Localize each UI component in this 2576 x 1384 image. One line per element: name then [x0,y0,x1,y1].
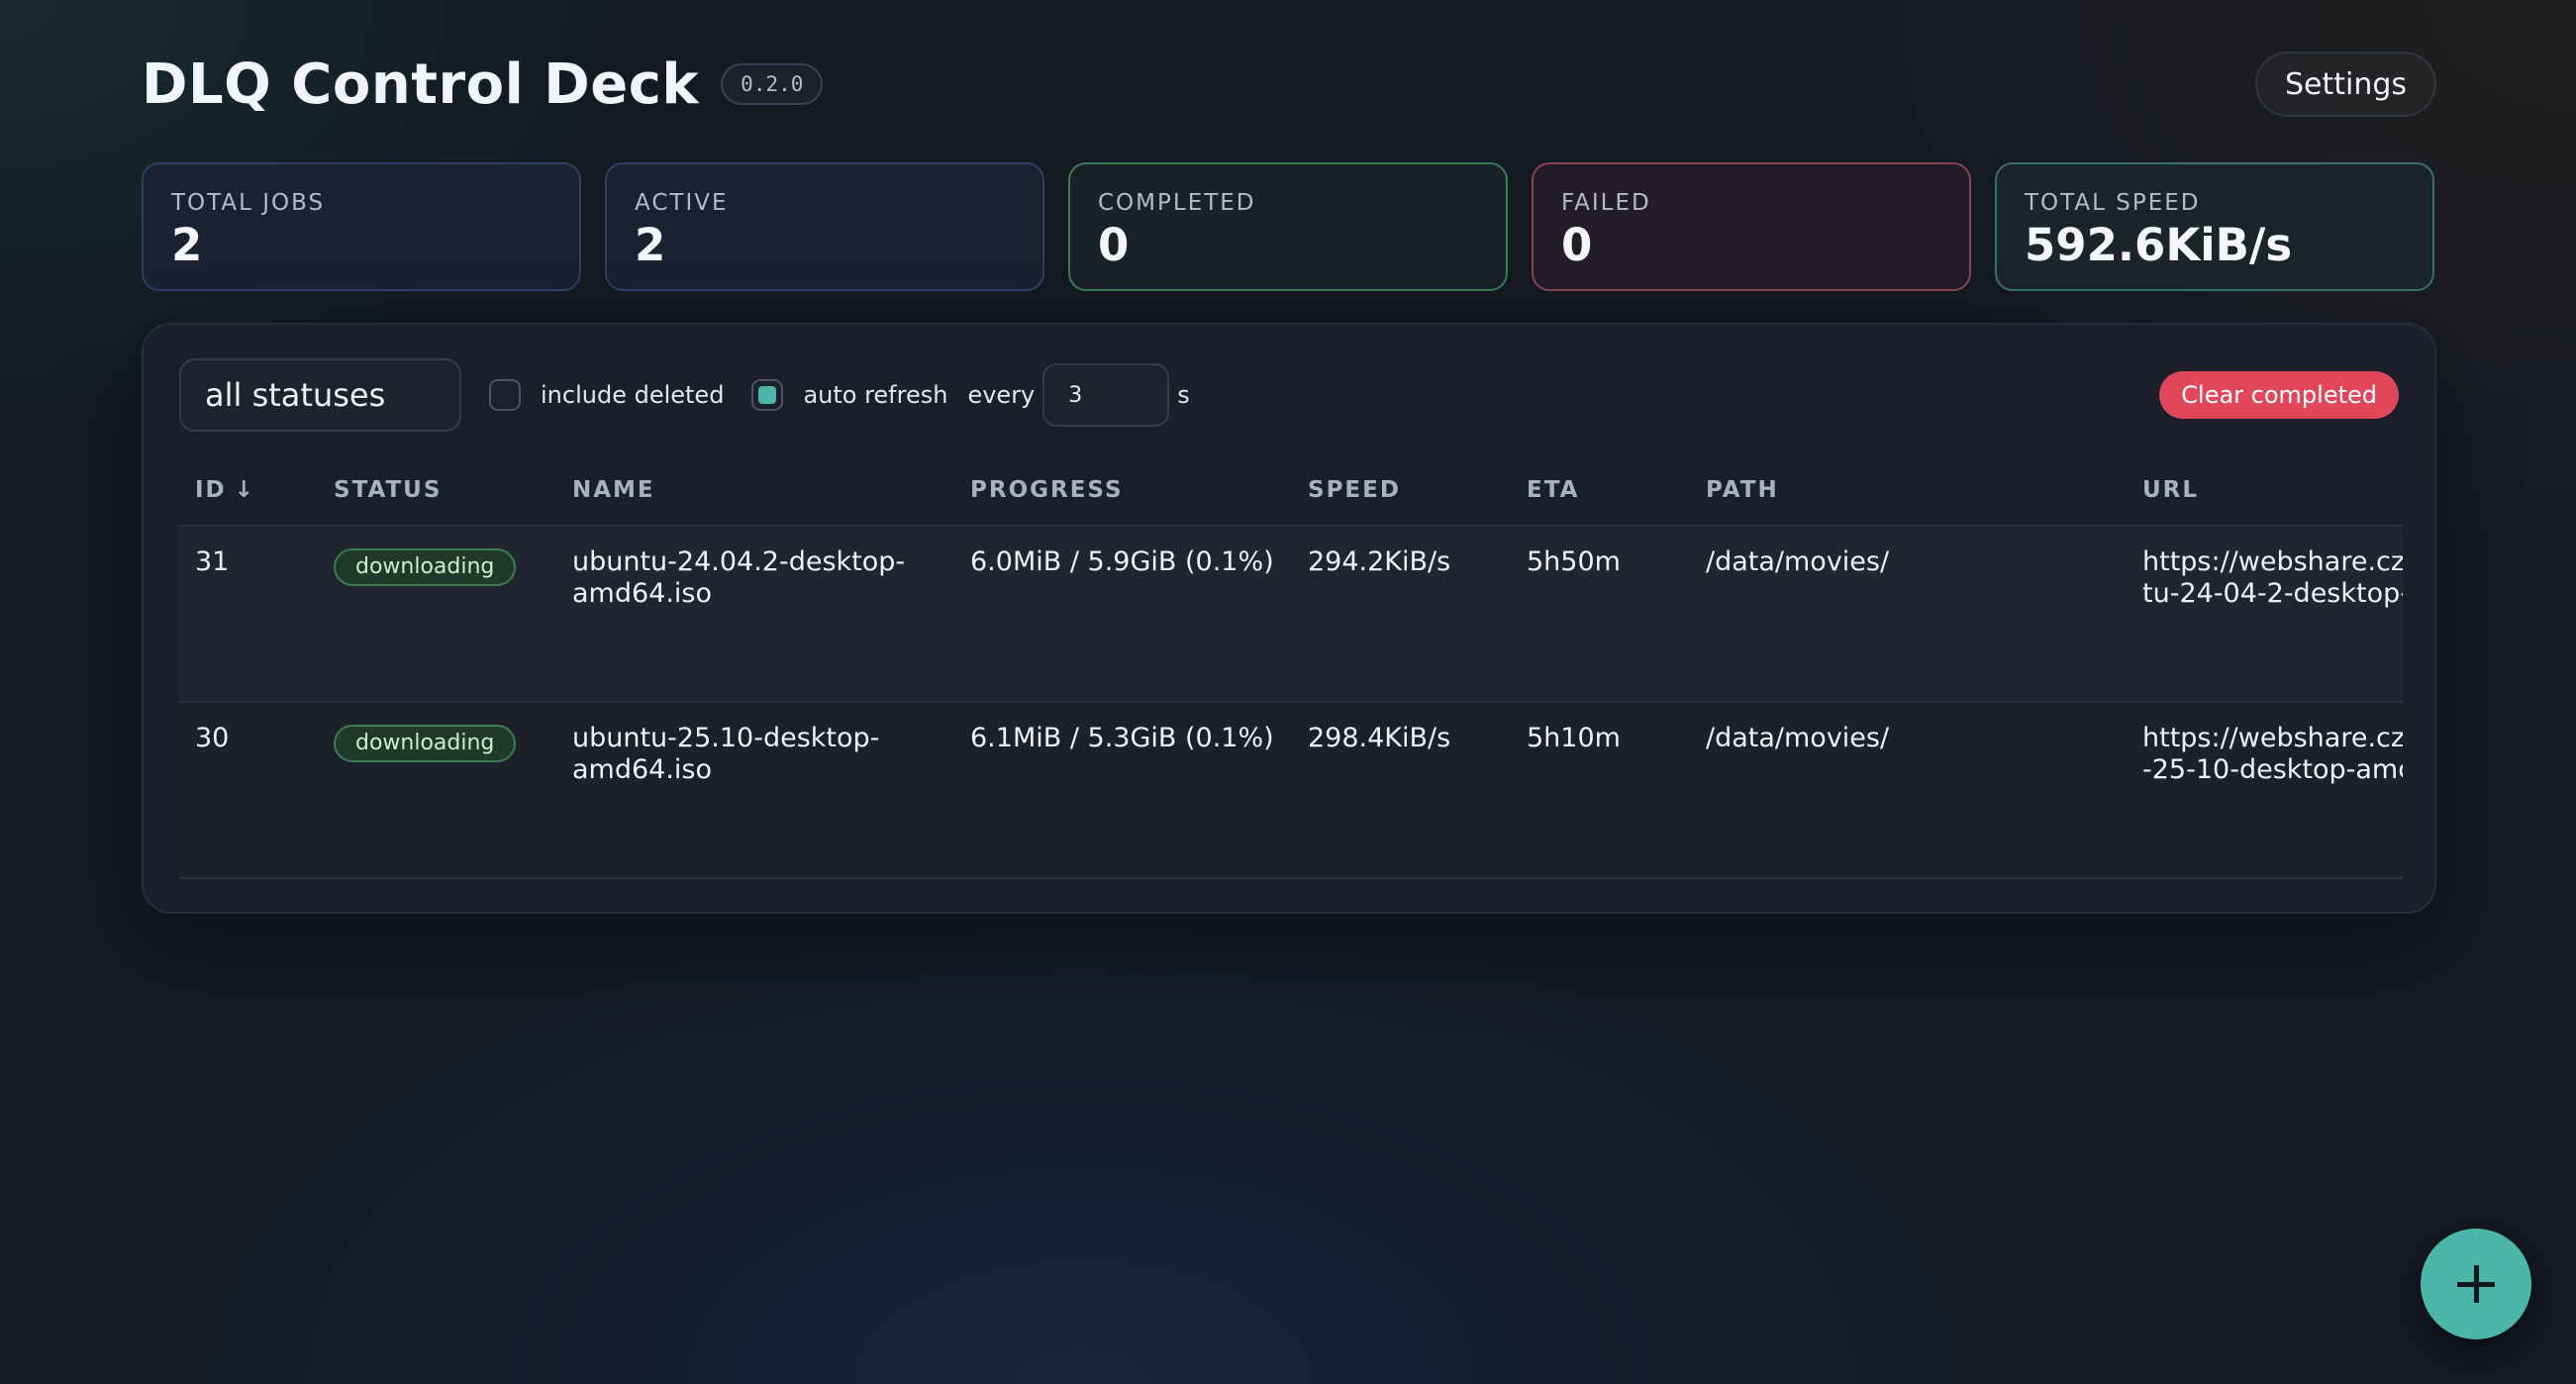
url-line: -25-10-desktop-amd6 [2142,754,2403,786]
cell-speed: 294.2KiB/s [1292,526,1511,703]
app-title: DLQ Control Deck [142,51,700,117]
jobs-table: ID ↓ STATUS NAME PROGRESS SPEED ETA PATH … [179,455,2403,879]
table-row[interactable]: 30 downloading ubuntu-25.10-desktop-amd6… [179,702,2403,879]
plus-icon-bar [2457,1281,2495,1287]
stat-value: 2 [635,219,666,271]
column-header-id-label: ID [195,477,227,503]
app-root: DLQ Control Deck 0.2.0 Settings TOTAL JO… [142,48,2436,914]
column-header-id[interactable]: ID ↓ [179,455,318,527]
url-line: https://webshare.cz/ [2142,723,2403,753]
cell-name: ubuntu-24.04.2-desktop-amd64.iso [556,526,954,703]
title-group: DLQ Control Deck 0.2.0 [142,51,824,117]
settings-button[interactable]: Settings [2254,51,2436,117]
stat-label: TOTAL SPEED [2025,190,2201,216]
cell-url[interactable]: https://webshare.cz/-25-10-desktop-amd6 [2127,702,2403,879]
version-badge: 0.2.0 [721,63,824,105]
stat-card-active: ACTIVE 2 [605,162,1044,291]
cell-status: downloading [318,526,556,703]
status-filter-select[interactable]: all statuses [179,358,461,432]
cell-name: ubuntu-25.10-desktop-amd64.iso [556,702,954,879]
table-header-row: ID ↓ STATUS NAME PROGRESS SPEED ETA PATH … [179,455,2403,527]
toolbar: all statuses include deleted auto refres… [179,358,2399,432]
stat-card-total-jobs: TOTAL JOBS 2 [142,162,581,291]
auto-refresh-toggle[interactable]: auto refresh [751,379,947,411]
column-header-name[interactable]: NAME [556,455,954,527]
add-job-button[interactable] [2421,1229,2531,1339]
stats-row: TOTAL JOBS 2 ACTIVE 2 COMPLETED 0 FAILED… [142,162,2436,291]
cell-eta: 5h50m [1511,526,1690,703]
cell-progress: 6.1MiB / 5.3GiB (0.1%) [954,702,1292,879]
stat-card-total-speed: TOTAL SPEED 592.6KiB/s [1995,162,2434,291]
stat-value: 592.6KiB/s [2025,219,2293,271]
cell-url[interactable]: https://webshare.cz/tu-24-04-2-desktop-a… [2127,526,2403,703]
include-deleted-label: include deleted [541,381,725,409]
include-deleted-checkbox[interactable] [489,379,521,411]
cell-eta: 5h10m [1511,702,1690,879]
cell-status: downloading [318,702,556,879]
column-header-path[interactable]: PATH [1690,455,2127,527]
sort-down-icon: ↓ [234,477,255,503]
status-badge: downloading [334,725,517,763]
jobs-table-container: ID ↓ STATUS NAME PROGRESS SPEED ETA PATH … [179,455,2403,879]
auto-refresh-checkbox[interactable] [751,379,784,411]
column-header-eta[interactable]: ETA [1511,455,1690,527]
every-label: every [967,381,1036,409]
stat-value: 0 [1561,219,1593,271]
cell-id: 30 [179,702,318,879]
cell-progress: 6.0MiB / 5.9GiB (0.1%) [954,526,1292,703]
stat-label: TOTAL JOBS [171,190,326,216]
interval-unit-label: s [1177,381,1190,409]
cell-path: /data/movies/ [1690,526,2127,703]
include-deleted-toggle[interactable]: include deleted [489,379,724,411]
jobs-panel: all statuses include deleted auto refres… [142,323,2436,914]
cell-path: /data/movies/ [1690,702,2127,879]
column-header-speed[interactable]: SPEED [1292,455,1511,527]
header: DLQ Control Deck 0.2.0 Settings [142,48,2436,121]
refresh-interval-input[interactable] [1042,363,1170,427]
stat-label: COMPLETED [1098,190,1256,216]
check-mark-icon [758,386,777,404]
stat-value: 0 [1098,219,1130,271]
status-badge: downloading [334,548,517,587]
stat-label: FAILED [1561,190,1651,216]
stat-label: ACTIVE [635,190,729,216]
table-row[interactable]: 31 downloading ubuntu-24.04.2-desktop-am… [179,526,2403,703]
column-header-progress[interactable]: PROGRESS [954,455,1292,527]
column-header-status[interactable]: STATUS [318,455,556,527]
stat-card-completed: COMPLETED 0 [1068,162,1508,291]
stat-card-failed: FAILED 0 [1532,162,1971,291]
cell-speed: 298.4KiB/s [1292,702,1511,879]
auto-refresh-label: auto refresh [803,381,948,409]
stat-value: 2 [171,219,203,271]
url-line: https://webshare.cz/ [2142,546,2403,577]
column-header-url[interactable]: URL [2127,455,2403,527]
clear-completed-button[interactable]: Clear completed [2159,371,2399,419]
url-line: tu-24-04-2-desktop-ar [2142,578,2403,610]
cell-id: 31 [179,526,318,703]
